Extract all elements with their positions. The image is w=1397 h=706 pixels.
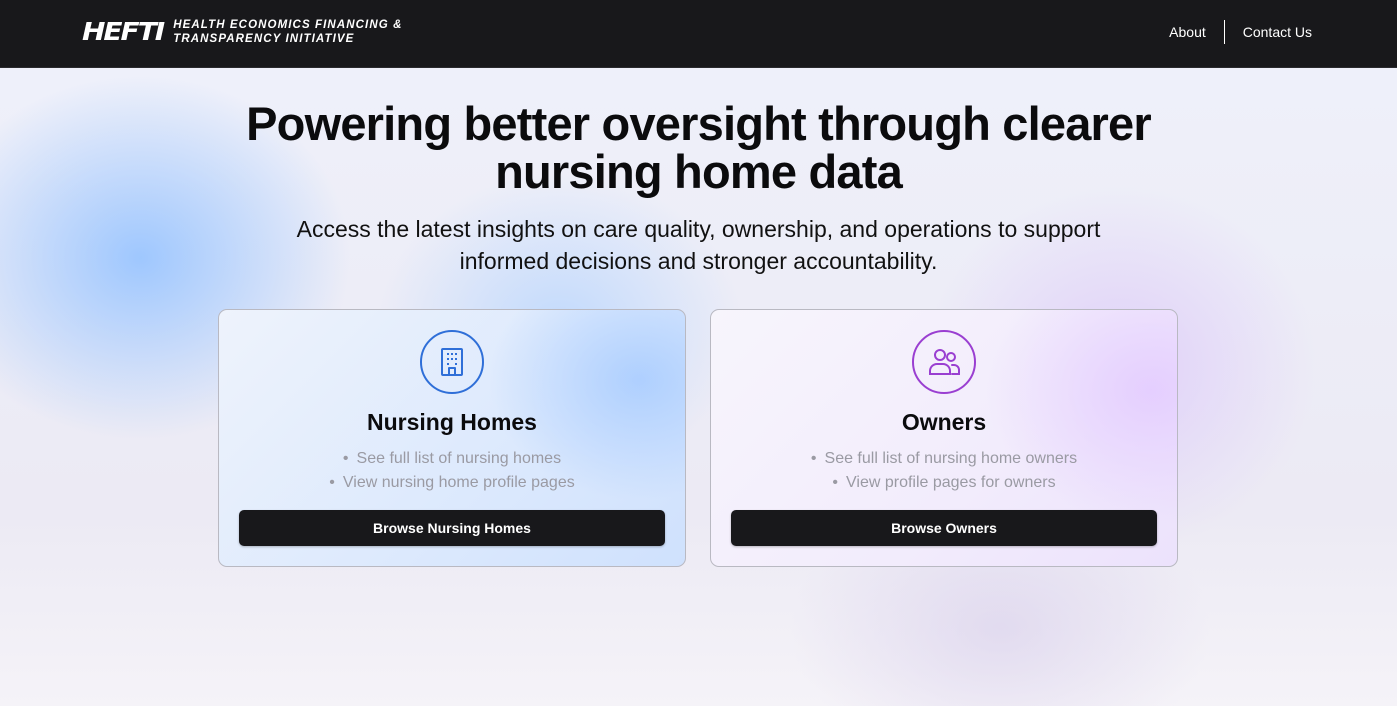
logo-tagline-line2: TRANSPARENCY INITIATIVE <box>173 33 355 45</box>
hero-subtitle: Access the latest insights on care quali… <box>0 213 1397 277</box>
hero-subtitle-line1: Access the latest insights on care quali… <box>296 216 1101 242</box>
card-title: Nursing Homes <box>367 409 537 435</box>
hero-title: Powering better oversight through cleare… <box>0 100 1397 196</box>
card-bullets: See full list of nursing homes View nurs… <box>219 447 685 495</box>
owners-card: Owners See full list of nursing home own… <box>710 309 1178 567</box>
card-bullets: See full list of nursing home owners Vie… <box>711 447 1177 495</box>
browse-owners-button[interactable]: Browse Owners <box>731 510 1157 546</box>
nursing-homes-card: Nursing Homes See full list of nursing h… <box>218 309 686 567</box>
card-title: Owners <box>901 409 987 435</box>
card-bullet: See full list of nursing home owners <box>711 447 1177 471</box>
logo-mark: HEFTI <box>82 16 165 47</box>
nav-link-contact[interactable]: Contact Us <box>1243 24 1312 40</box>
building-icon <box>420 330 484 394</box>
hero-subtitle-line2: informed decisions and stronger accounta… <box>459 248 938 274</box>
logo-tagline: HEALTH ECONOMICS FINANCING & TRANSPARENC… <box>173 18 402 46</box>
nav-links: About Contact Us <box>1169 20 1312 44</box>
nav-divider <box>1223 20 1225 44</box>
browse-nursing-homes-button[interactable]: Browse Nursing Homes <box>239 510 665 546</box>
users-icon <box>912 330 976 394</box>
logo-tagline-line1: HEALTH ECONOMICS FINANCING & <box>173 19 403 31</box>
card-bullet: View profile pages for owners <box>711 471 1177 495</box>
hero-title-line1: Powering better oversight through cleare… <box>246 97 1152 150</box>
site-logo[interactable]: HEFTI HEALTH ECONOMICS FINANCING & TRANS… <box>82 18 403 46</box>
hero-title-line2: nursing home data <box>495 145 903 198</box>
nav-link-about[interactable]: About <box>1169 24 1206 40</box>
card-bullet: See full list of nursing homes <box>219 447 685 471</box>
navbar: HEFTI HEALTH ECONOMICS FINANCING & TRANS… <box>0 0 1397 68</box>
card-bullet: View nursing home profile pages <box>219 471 685 495</box>
